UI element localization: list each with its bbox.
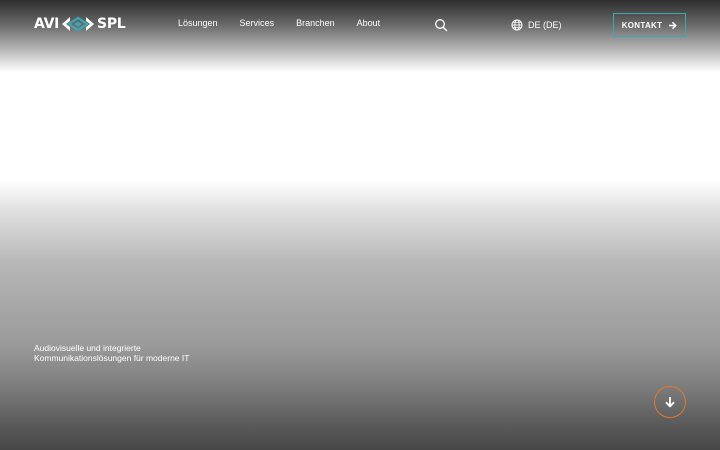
hero-tagline-line2: Kommunikationslösungen für moderne IT [34,352,190,363]
nav-item-branchen[interactable]: Branchen [296,18,335,28]
arrow-down-icon [665,397,675,408]
main-nav: Lösungen Services Branchen About [178,18,380,28]
nav-item-services[interactable]: Services [240,18,275,28]
arrow-right-icon [669,21,678,29]
contact-button[interactable]: KONTAKT [613,13,686,37]
globe-icon [511,19,523,31]
avi-spl-logo[interactable]: AVI SPL [34,14,126,34]
search-button[interactable] [434,18,448,32]
logo-text-avi: AVI [34,16,60,32]
language-selector[interactable]: DE (DE) [511,18,562,32]
contact-label: KONTAKT [621,20,663,30]
scroll-down-button[interactable] [654,386,686,418]
nav-item-loesungen[interactable]: Lösungen [178,18,218,28]
site-header: AVI SPL Lösungen Services Branchen About… [0,0,720,50]
search-icon [435,19,448,32]
hero-tagline: Audiovisuelle und integrierte Kommunikat… [34,343,274,363]
nav-item-about[interactable]: About [357,18,381,28]
logo-text-spl: SPL [97,16,126,32]
logo-mark-icon [62,16,95,32]
language-label: DE (DE) [528,20,562,30]
